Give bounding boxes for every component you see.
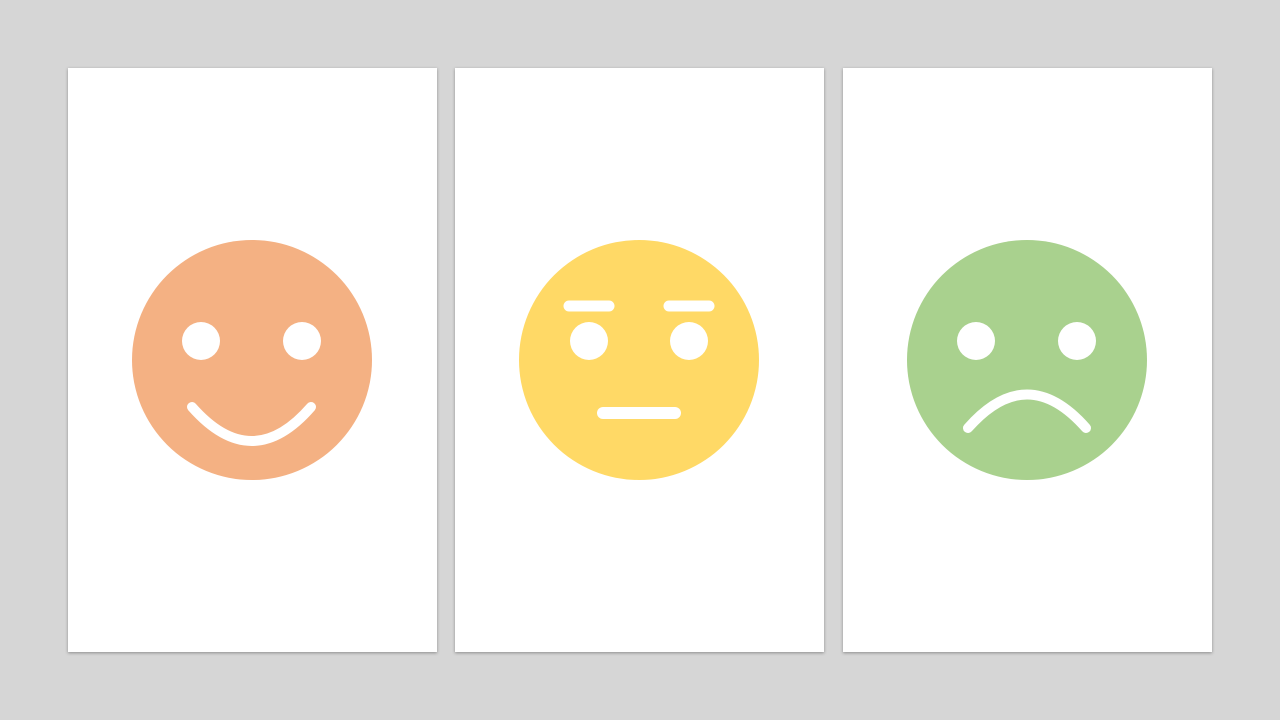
left-eye: [957, 322, 995, 360]
left-eye: [182, 322, 220, 360]
right-eye: [283, 322, 321, 360]
neutral-face-icon: [519, 240, 759, 480]
happy-card[interactable]: [68, 68, 437, 652]
happy-face-icon: [132, 240, 372, 480]
sad-card[interactable]: [843, 68, 1212, 652]
face-circle: [907, 240, 1147, 480]
neutral-card[interactable]: [455, 68, 824, 652]
right-eye: [1058, 322, 1096, 360]
right-eye: [670, 322, 708, 360]
left-eye: [570, 322, 608, 360]
sad-face-icon: [907, 240, 1147, 480]
face-circle: [519, 240, 759, 480]
